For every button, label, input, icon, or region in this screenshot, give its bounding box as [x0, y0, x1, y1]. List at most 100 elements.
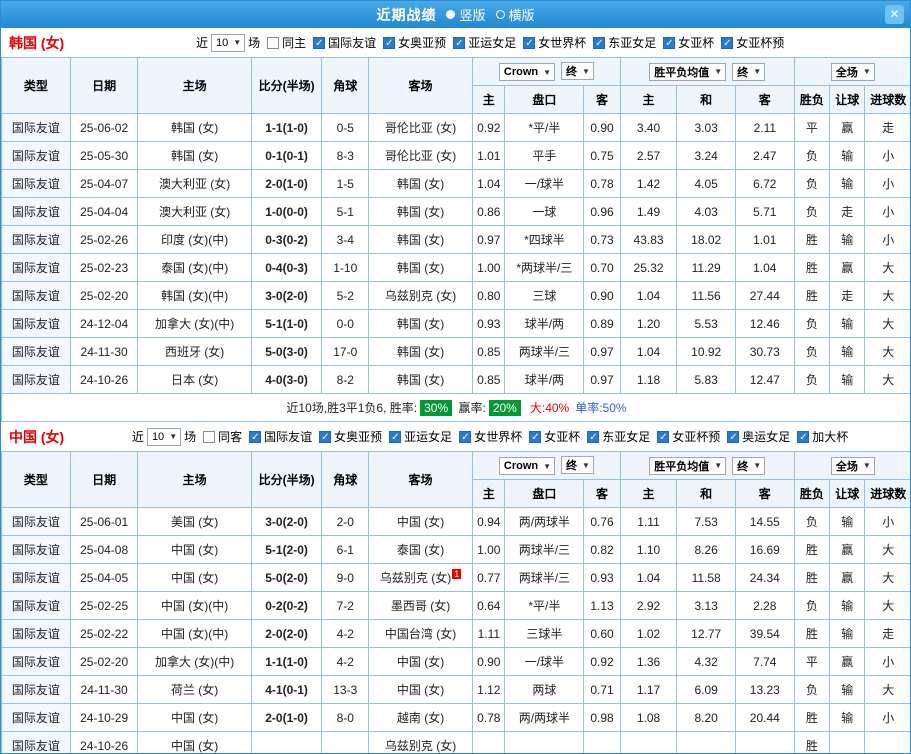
odds-stage-select[interactable]: 终 ▼ — [561, 62, 594, 80]
cell-league-type[interactable]: 国际友谊 — [1, 281, 71, 310]
filter-checkbox-label[interactable]: 国际友谊 — [328, 34, 376, 51]
cell-home-team[interactable]: 韩国 (女)(中) — [137, 281, 252, 310]
bookmaker-select[interactable]: Crown ▼ — [498, 457, 556, 475]
avg-odds-select[interactable]: 胜平负均值 ▼ — [649, 456, 727, 475]
cell-score[interactable]: 5-1(1-0) — [250, 309, 323, 338]
avg-stage-select[interactable]: 终 ▼ — [732, 62, 766, 81]
cell-away-team[interactable]: 泰国 (女) — [367, 535, 474, 564]
filter-checkbox[interactable] — [593, 36, 606, 49]
filter-checkbox-label[interactable]: 女世界杯 — [538, 34, 586, 51]
cell-league-type[interactable]: 国际友谊 — [1, 535, 71, 564]
portrait-radio[interactable] — [446, 10, 456, 19]
bookmaker-select[interactable]: Crown ▼ — [498, 63, 556, 81]
filter-checkbox[interactable] — [249, 430, 262, 443]
filter-checkbox[interactable] — [383, 36, 396, 49]
cell-league-type[interactable]: 国际友谊 — [1, 169, 71, 198]
close-icon[interactable]: ✕ — [885, 5, 904, 24]
filter-checkbox-label[interactable]: 女亚杯预 — [672, 428, 720, 445]
portrait-radio-label[interactable]: 竖版 — [459, 5, 485, 24]
filter-checkbox-label[interactable]: 东亚女足 — [608, 34, 656, 51]
cell-away-team[interactable]: 韩国 (女) — [367, 225, 474, 254]
cell-league-type[interactable]: 国际友谊 — [1, 113, 71, 142]
cell-score[interactable]: 1-1(1-0) — [250, 647, 323, 676]
filter-checkbox[interactable] — [587, 430, 600, 443]
cell-league-type[interactable]: 国际友谊 — [1, 337, 71, 366]
filter-checkbox[interactable] — [389, 430, 402, 443]
filter-checkbox[interactable] — [319, 430, 332, 443]
recent-count-select[interactable]: 10 ▼ — [146, 427, 182, 446]
cell-away-team[interactable]: 哥伦比亚 (女) — [367, 113, 474, 142]
filter-checkbox[interactable] — [663, 36, 676, 49]
cell-league-type[interactable]: 国际友谊 — [1, 141, 71, 170]
cell-score[interactable] — [250, 731, 323, 753]
cell-home-team[interactable]: 中国 (女) — [137, 703, 252, 732]
cell-score[interactable]: 0-3(0-2) — [250, 225, 323, 254]
cell-home-team[interactable]: 中国 (女) — [137, 731, 252, 753]
cell-score[interactable]: 0-4(0-3) — [250, 253, 323, 282]
cell-score[interactable]: 3-0(2-0) — [250, 507, 323, 536]
cell-away-team[interactable]: 韩国 (女) — [367, 365, 474, 394]
filter-checkbox-label[interactable]: 女亚杯 — [544, 428, 580, 445]
filter-checkbox-label[interactable]: 女亚杯预 — [736, 34, 784, 51]
filter-checkbox-label[interactable]: 东亚女足 — [602, 428, 650, 445]
cell-score[interactable]: 1-1(1-0) — [250, 113, 323, 142]
cell-home-team[interactable]: 西班牙 (女) — [137, 337, 252, 366]
cell-league-type[interactable]: 国际友谊 — [1, 507, 71, 536]
cell-home-team[interactable]: 澳大利亚 (女) — [137, 169, 252, 198]
landscape-radio-label[interactable]: 横版 — [509, 5, 535, 24]
recent-count-select[interactable]: 10 ▼ — [210, 33, 246, 52]
landscape-radio[interactable] — [495, 10, 505, 19]
cell-home-team[interactable]: 韩国 (女) — [137, 113, 252, 142]
cell-home-team[interactable]: 中国 (女)(中) — [137, 619, 252, 648]
cell-home-team[interactable]: 印度 (女)(中) — [137, 225, 252, 254]
cell-league-type[interactable]: 国际友谊 — [1, 619, 71, 648]
filter-checkbox[interactable] — [453, 36, 466, 49]
cell-home-team[interactable]: 中国 (女) — [137, 563, 252, 592]
filter-checkbox-label[interactable]: 女奥亚预 — [334, 428, 382, 445]
cell-away-team[interactable]: 哥伦比亚 (女) — [367, 141, 474, 170]
cell-away-team[interactable]: 中国 (女) — [367, 507, 474, 536]
cell-away-team[interactable]: 越南 (女) — [367, 703, 474, 732]
cell-league-type[interactable]: 国际友谊 — [1, 309, 71, 338]
cell-score[interactable]: 4-1(0-1) — [250, 675, 323, 704]
match-scope-select[interactable]: 全场 ▼ — [830, 62, 875, 81]
cell-away-team[interactable]: 韩国 (女) — [367, 169, 474, 198]
filter-checkbox-label[interactable]: 亚运女足 — [468, 34, 516, 51]
cell-score[interactable]: 3-0(2-0) — [250, 281, 323, 310]
avg-stage-select[interactable]: 终 ▼ — [732, 456, 766, 475]
filter-checkbox[interactable] — [529, 430, 542, 443]
cell-score[interactable]: 5-0(2-0) — [250, 563, 323, 592]
cell-home-team[interactable]: 加拿大 (女)(中) — [137, 647, 252, 676]
filter-checkbox-label[interactable]: 女亚杯 — [678, 34, 714, 51]
cell-away-team[interactable]: 乌兹别克 (女) — [367, 281, 474, 310]
cell-score[interactable]: 0-2(0-2) — [250, 591, 323, 620]
filter-checkbox-label[interactable]: 同主 — [282, 34, 306, 51]
cell-away-team[interactable]: 乌兹别克 (女) — [367, 731, 474, 753]
odds-stage-select[interactable]: 终 ▼ — [561, 456, 594, 474]
cell-home-team[interactable]: 日本 (女) — [137, 365, 252, 394]
cell-league-type[interactable]: 国际友谊 — [1, 647, 71, 676]
cell-score[interactable]: 2-0(1-0) — [250, 169, 323, 198]
cell-league-type[interactable]: 国际友谊 — [1, 731, 71, 753]
cell-score[interactable]: 4-0(3-0) — [250, 365, 323, 394]
filter-checkbox[interactable] — [797, 430, 810, 443]
cell-away-team[interactable]: 韩国 (女) — [367, 337, 474, 366]
filter-checkbox[interactable] — [523, 36, 536, 49]
cell-league-type[interactable]: 国际友谊 — [1, 703, 71, 732]
cell-league-type[interactable]: 国际友谊 — [1, 591, 71, 620]
cell-score[interactable]: 2-0(1-0) — [250, 703, 323, 732]
cell-away-team[interactable]: 中国 (女) — [367, 675, 474, 704]
cell-league-type[interactable]: 国际友谊 — [1, 225, 71, 254]
cell-away-team[interactable]: 韩国 (女) — [367, 197, 474, 226]
match-scope-select[interactable]: 全场 ▼ — [830, 456, 875, 475]
cell-home-team[interactable]: 荷兰 (女) — [137, 675, 252, 704]
cell-league-type[interactable]: 国际友谊 — [1, 253, 71, 282]
cell-home-team[interactable]: 加拿大 (女)(中) — [137, 309, 252, 338]
cell-away-team[interactable]: 韩国 (女) — [367, 309, 474, 338]
cell-league-type[interactable]: 国际友谊 — [1, 197, 71, 226]
filter-checkbox[interactable] — [721, 36, 734, 49]
cell-league-type[interactable]: 国际友谊 — [1, 365, 71, 394]
cell-home-team[interactable]: 美国 (女) — [137, 507, 252, 536]
cell-score[interactable]: 2-0(2-0) — [250, 619, 323, 648]
cell-score[interactable]: 5-1(2-0) — [250, 535, 323, 564]
